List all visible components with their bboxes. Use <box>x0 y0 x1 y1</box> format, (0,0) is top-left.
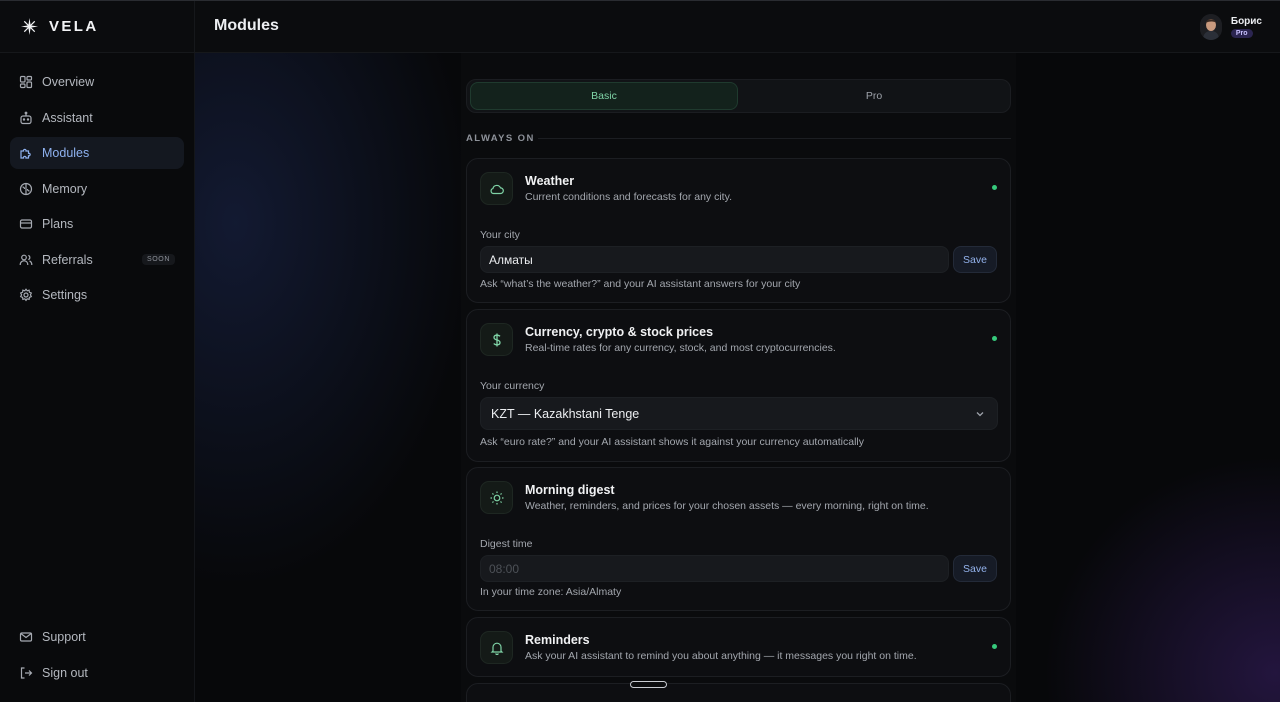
sign-out-icon <box>20 666 33 679</box>
sun-icon <box>490 491 503 504</box>
weather-module-card: Weather Current conditions and forecasts… <box>466 158 1011 303</box>
sidebar-item-support[interactable]: Support <box>10 621 184 653</box>
status-dot <box>992 644 997 649</box>
currency-module-card: Currency, crypto & stock prices Real-tim… <box>466 309 1011 462</box>
sidebar-item-referrals[interactable]: Referrals SOON <box>10 244 184 276</box>
grid-icon <box>19 75 33 89</box>
sidebar-item-modules[interactable]: Modules <box>10 137 184 169</box>
soon-badge: SOON <box>141 253 175 265</box>
dollar-icon <box>492 333 501 346</box>
tab-basic[interactable]: Basic <box>470 82 738 110</box>
card-description: Ask your AI assistant to remind you abou… <box>525 650 917 662</box>
card-icon-box <box>480 323 513 356</box>
sidebar-item-label: Modules <box>42 146 90 160</box>
morning-digest-module-card: Morning digest Weather, reminders, and p… <box>466 467 1011 611</box>
sidebar-item-plans[interactable]: Plans <box>10 208 184 240</box>
bot-icon <box>20 111 32 124</box>
sidebar-item-label: Referrals <box>42 252 93 267</box>
plan-badge: Pro <box>1230 29 1253 38</box>
divider <box>194 1 195 54</box>
sidebar-item-label: Sign out <box>42 665 88 680</box>
save-city-button[interactable]: Save <box>953 246 997 273</box>
sidebar-nav: Overview Assistant Modules Memory Plans … <box>10 66 184 315</box>
next-module-card <box>466 683 1011 702</box>
card-title: Currency, crypto & stock prices <box>525 325 714 339</box>
avatar[interactable] <box>1199 14 1222 40</box>
card-title: Weather <box>525 174 575 188</box>
user-name: Борис <box>1230 16 1262 27</box>
tab-pro[interactable]: Pro <box>740 82 1008 110</box>
card-icon-box <box>480 172 513 205</box>
field-label: Digest time <box>480 538 533 550</box>
sidebar-item-overview[interactable]: Overview <box>10 66 184 98</box>
scroll-indicator[interactable] <box>630 681 667 688</box>
section-divider <box>538 138 1011 139</box>
status-dot <box>992 185 997 190</box>
city-input[interactable]: Алматы <box>480 246 949 273</box>
star-logo-icon <box>20 17 39 36</box>
sidebar-item-memory[interactable]: Memory <box>10 173 184 205</box>
card-description: Current conditions and forecasts for any… <box>525 191 732 203</box>
sidebar-item-assistant[interactable]: Assistant <box>10 102 184 134</box>
reminders-module-card: Reminders Ask your AI assistant to remin… <box>466 617 1011 677</box>
sidebar-item-label: Settings <box>42 288 88 302</box>
user-menu[interactable]: Борис Pro <box>1199 14 1262 40</box>
gear-icon <box>19 288 33 302</box>
page-title: Modules <box>214 17 279 34</box>
sidebar-item-label: Plans <box>42 217 74 231</box>
user-meta: Борис Pro <box>1230 16 1262 38</box>
cloud-icon <box>490 184 504 194</box>
brain-icon <box>19 182 33 195</box>
card-description: Weather, reminders, and prices for your … <box>525 500 929 512</box>
save-digest-time-button[interactable]: Save <box>953 555 997 582</box>
mail-icon <box>19 632 33 642</box>
sidebar-item-label: Overview <box>42 75 95 89</box>
bell-icon <box>490 642 503 655</box>
sidebar-item-settings[interactable]: Settings <box>10 279 184 311</box>
field-hint: Ask “euro rate?” and your AI assistant s… <box>480 436 865 448</box>
brand[interactable]: VELA <box>20 17 99 36</box>
plan-tabs: Basic Pro <box>466 79 1011 113</box>
card-icon-box <box>480 481 513 514</box>
chevron-down-icon <box>976 412 984 417</box>
currency-select-value: KZT — Kazakhstani Tenge <box>491 406 640 421</box>
field-hint: In your time zone: Asia/Almaty <box>480 586 622 598</box>
field-hint: Ask “what’s the weather?” and your AI as… <box>480 278 801 290</box>
sidebar-bottom: Support Sign out <box>10 621 184 692</box>
section-label: ALWAYS ON <box>466 133 535 144</box>
card-title: Reminders <box>525 633 590 647</box>
status-dot <box>992 336 997 341</box>
field-label: Your currency <box>480 380 545 392</box>
sidebar-item-sign-out[interactable]: Sign out <box>10 657 184 689</box>
sidebar: Overview Assistant Modules Memory Plans … <box>0 53 195 702</box>
digest-time-input[interactable]: 08:00 <box>480 555 949 582</box>
main-area: Basic Pro ALWAYS ON Weather Current cond… <box>195 53 1280 702</box>
sidebar-item-label: Assistant <box>42 110 93 125</box>
card-icon-box <box>480 631 513 664</box>
card-title: Morning digest <box>525 483 615 497</box>
users-icon <box>19 254 33 265</box>
credit-card-icon <box>19 219 33 229</box>
field-label: Your city <box>480 229 520 241</box>
sidebar-item-label: Memory <box>42 181 88 196</box>
currency-select[interactable]: KZT — Kazakhstani Tenge <box>480 397 998 430</box>
card-description: Real-time rates for any currency, stock,… <box>525 342 836 354</box>
modules-panel: Basic Pro ALWAYS ON Weather Current cond… <box>461 53 1016 702</box>
sidebar-item-label: Support <box>42 630 86 644</box>
puzzle-icon <box>20 148 31 159</box>
top-bar: VELA Modules Борис Pro <box>0 0 1280 54</box>
brand-name: VELA <box>49 18 99 35</box>
